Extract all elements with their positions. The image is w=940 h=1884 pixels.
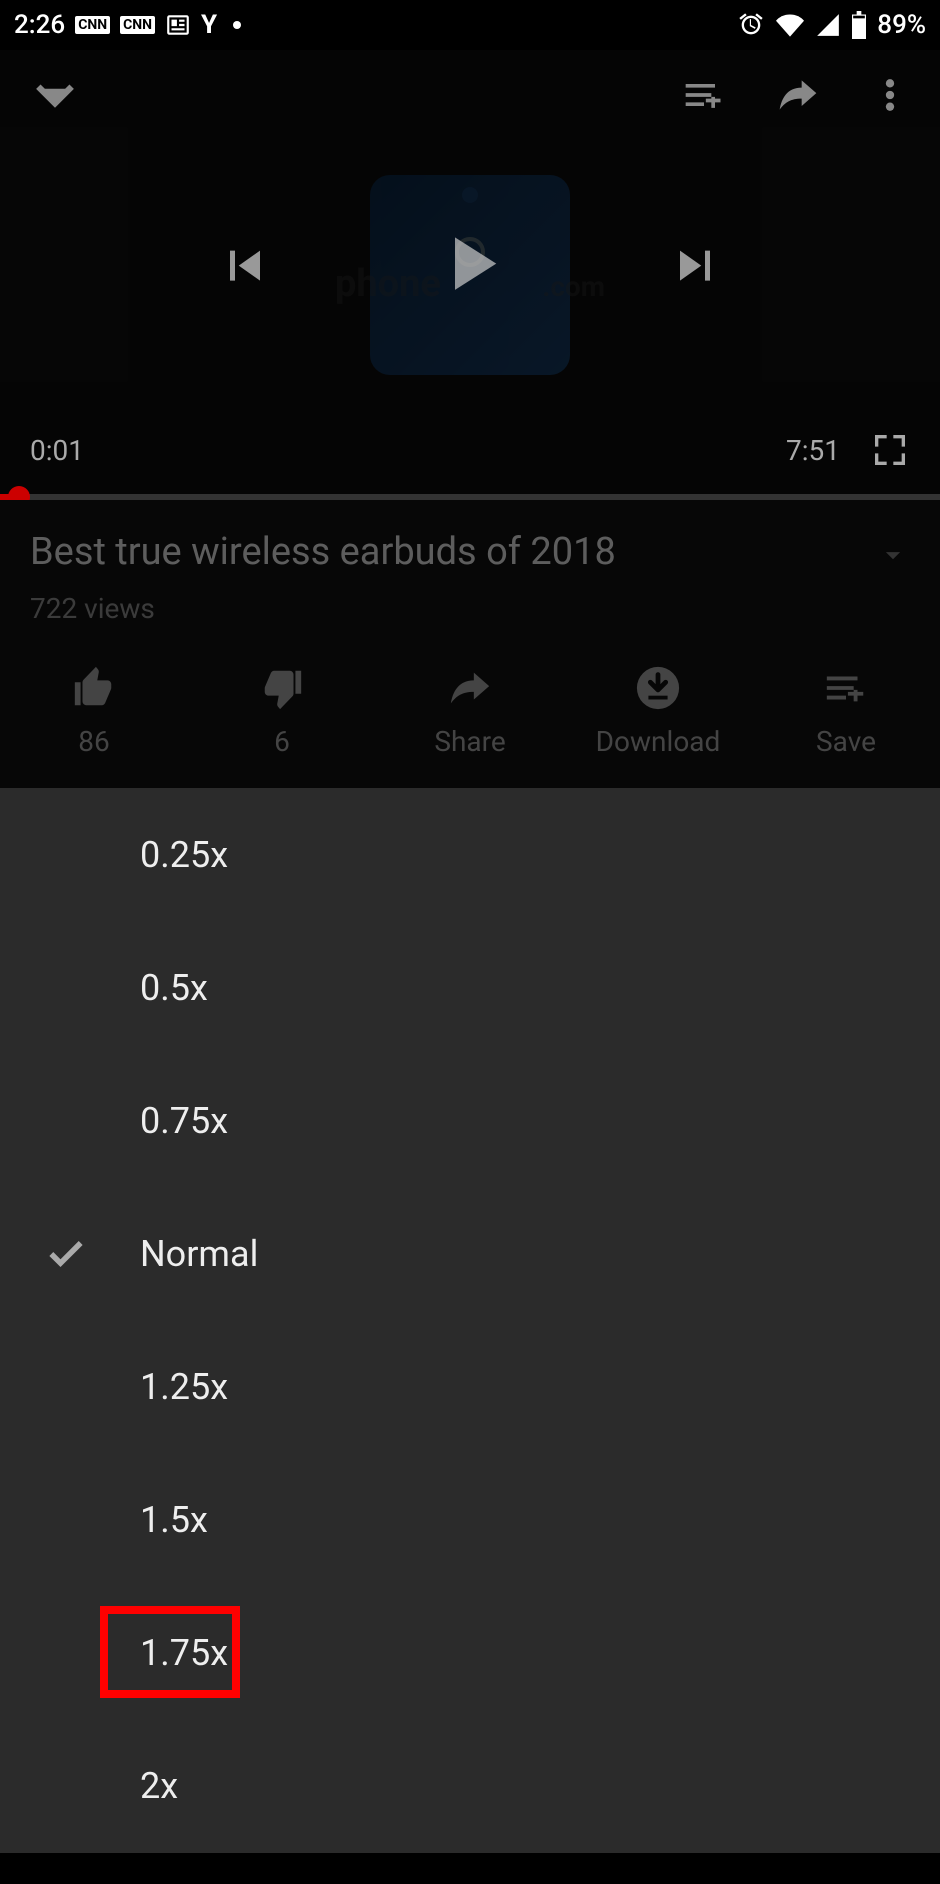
speed-option[interactable]: 1.75x	[0, 1586, 940, 1719]
speed-option[interactable]: 0.25x	[0, 788, 940, 921]
speed-option-label: 1.5x	[140, 1499, 208, 1541]
skip-previous-icon[interactable]	[215, 236, 275, 296]
speed-option[interactable]: Normal	[0, 1187, 940, 1320]
playback-speed-menu: 0.25x 0.5x 0.75x Normal 1.25x 1.5x 1.75x 2x	[0, 788, 940, 1853]
notification-cnn-icon-2: CNN	[120, 16, 155, 34]
add-to-queue-icon[interactable]	[682, 73, 726, 117]
signal-icon	[815, 12, 841, 38]
notification-news-icon	[165, 12, 191, 38]
notification-dot-icon	[233, 21, 241, 29]
status-time: 2:26	[14, 10, 65, 40]
notification-cnn-icon-1: CNN	[75, 16, 110, 34]
speed-option-label: 0.5x	[140, 967, 208, 1009]
speed-option[interactable]: 0.5x	[0, 921, 940, 1054]
video-actions: 86 6 Share Download Save	[0, 645, 940, 788]
play-button[interactable]	[425, 219, 515, 313]
video-player[interactable]: phoneArena.com 0:01 7:51	[0, 50, 940, 500]
status-bar: 2:26 CNN CNN Y 89%	[0, 0, 940, 50]
speed-option[interactable]: 1.25x	[0, 1320, 940, 1453]
speed-option[interactable]: 1.5x	[0, 1453, 940, 1586]
fullscreen-icon[interactable]	[870, 430, 910, 470]
notification-y-icon: Y	[201, 10, 217, 40]
speed-option-label: 0.25x	[140, 834, 228, 876]
check-icon	[36, 1232, 96, 1276]
speed-option-label: 1.25x	[140, 1366, 228, 1408]
skip-next-icon[interactable]	[665, 236, 725, 296]
speed-option-label: 2x	[140, 1765, 178, 1807]
speed-option[interactable]: 0.75x	[0, 1054, 940, 1187]
video-info-section[interactable]: Best true wireless earbuds of 2018 722 v…	[0, 500, 940, 645]
duration: 7:51	[786, 434, 840, 467]
speed-option-label: 0.75x	[140, 1100, 228, 1142]
share-arrow-icon[interactable]	[776, 73, 820, 117]
wifi-icon	[775, 11, 805, 39]
speed-option-label: Normal	[140, 1233, 258, 1275]
battery-percent: 89%	[877, 10, 926, 40]
speed-option-label: 1.75x	[140, 1632, 228, 1674]
system-navigation-bar	[0, 1853, 940, 1884]
speed-option[interactable]: 2x	[0, 1719, 940, 1852]
current-time: 0:01	[30, 434, 84, 467]
alarm-icon	[737, 11, 765, 39]
collapse-chevron-icon[interactable]	[30, 70, 80, 120]
more-vert-icon[interactable]	[870, 73, 910, 117]
battery-icon	[851, 11, 867, 39]
